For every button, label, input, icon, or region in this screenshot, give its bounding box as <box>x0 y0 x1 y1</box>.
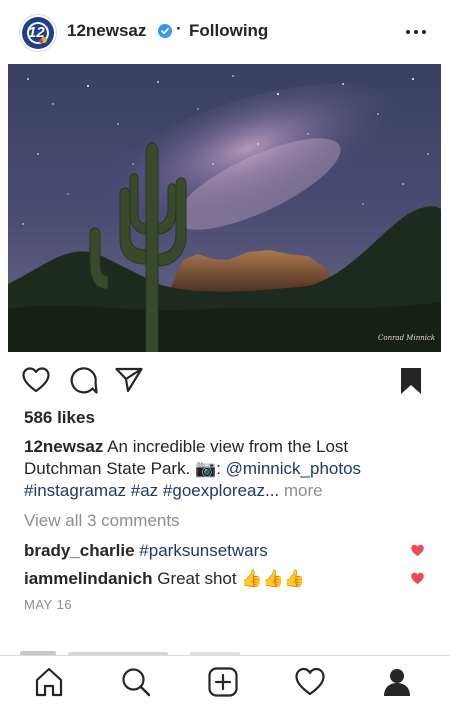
caption-hashtags[interactable]: #instagramaz #az #goexploreaz <box>24 481 265 500</box>
bookmark-icon[interactable] <box>400 367 422 395</box>
view-all-comments-link[interactable]: View all 3 comments <box>24 511 180 531</box>
bottom-nav <box>0 655 450 713</box>
more-options-icon[interactable] <box>404 24 428 40</box>
milky-way-saguaro-photo: Conrad Minnick <box>8 64 441 352</box>
avatar-text: 12 <box>28 24 45 41</box>
new-post-icon[interactable] <box>207 666 239 698</box>
comment-row: iammelindanich Great shot 👍👍👍 <box>24 569 404 589</box>
camera-emoji-icon: 📷 <box>195 459 217 478</box>
caption-more-link[interactable]: more <box>284 481 323 500</box>
comment-like-heart-icon[interactable] <box>410 544 425 557</box>
comment-row: brady_charlie #parksunsetwars <box>24 541 404 561</box>
caption-ellipsis: ... <box>264 481 280 500</box>
share-icon[interactable] <box>115 367 143 393</box>
comment-like-heart-icon[interactable] <box>410 572 425 585</box>
username[interactable]: 12newsaz <box>67 21 146 41</box>
separator-dot: · <box>176 19 182 38</box>
profile-icon[interactable] <box>381 666 413 698</box>
likes-count[interactable]: 586 likes <box>24 408 95 428</box>
comment-text: Great shot 👍👍👍 <box>157 569 305 588</box>
caption-username[interactable]: 12newsaz <box>24 437 103 456</box>
post-caption: 12newsaz An incredible view from the Los… <box>24 436 424 502</box>
post-photo[interactable]: Conrad Minnick <box>8 64 441 352</box>
post-header: 12 12newsaz · Following <box>0 0 450 64</box>
action-bar <box>0 364 450 398</box>
comment-username[interactable]: brady_charlie <box>24 541 135 560</box>
activity-icon[interactable] <box>294 666 326 698</box>
comment-username[interactable]: iammelindanich <box>24 569 152 588</box>
comment-icon[interactable] <box>70 367 98 395</box>
avatar[interactable]: 12 <box>19 14 57 52</box>
caption-mention[interactable]: @minnick_photos <box>226 459 361 478</box>
following-button[interactable]: Following <box>189 21 268 41</box>
photo-watermark: Conrad Minnick <box>378 334 435 342</box>
heart-icon[interactable] <box>22 367 50 393</box>
search-icon[interactable] <box>120 666 152 698</box>
caption-colon: : <box>216 459 226 478</box>
home-icon[interactable] <box>33 666 65 698</box>
verified-badge-icon <box>158 24 172 38</box>
avatar-logo: 12 <box>22 17 54 49</box>
post-date: MAY 16 <box>24 597 73 612</box>
comment-text[interactable]: #parksunsetwars <box>139 541 268 560</box>
